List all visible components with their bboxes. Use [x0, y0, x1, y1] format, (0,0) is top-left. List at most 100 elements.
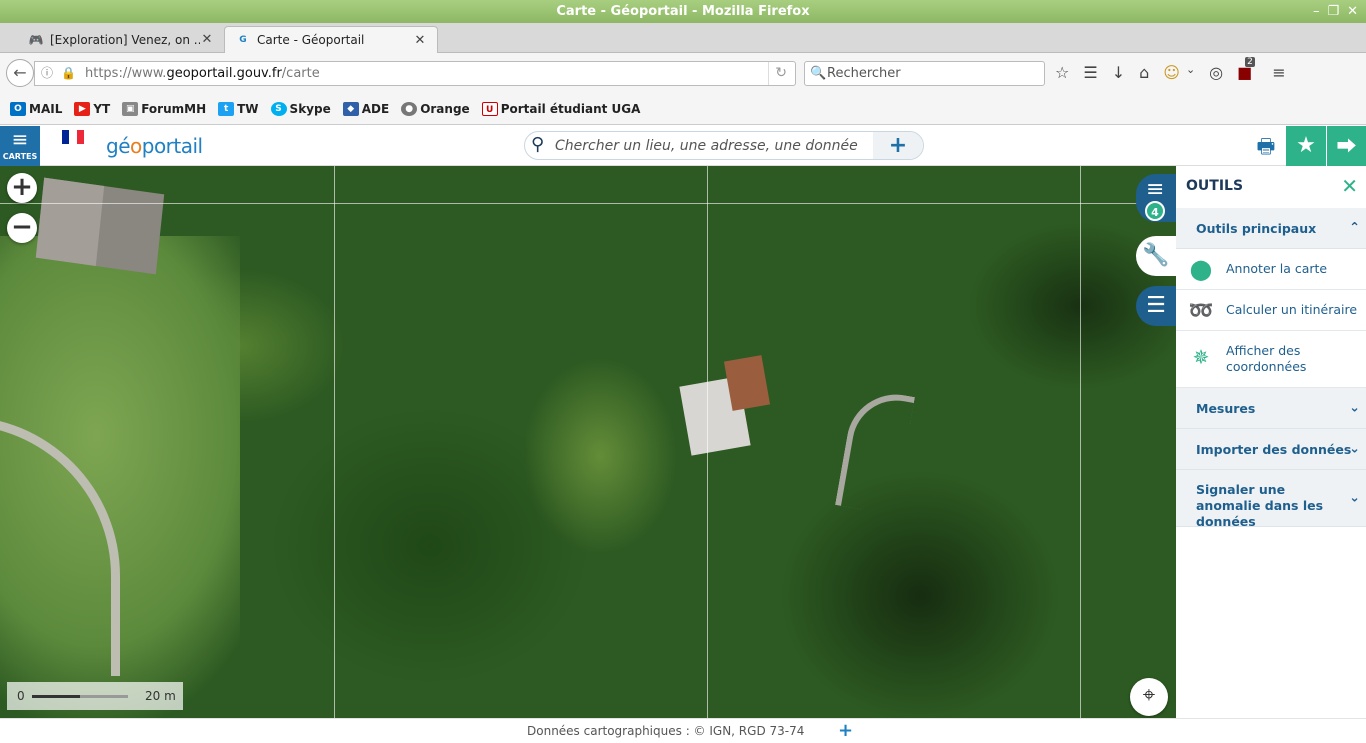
section-label: Outils principaux — [1196, 221, 1317, 236]
republique-francaise-logo[interactable] — [49, 130, 97, 162]
close-tab-icon[interactable]: ✕ — [200, 32, 214, 47]
window-controls: – ❐ ✕ — [1313, 0, 1358, 23]
scale-end: 20 m — [145, 689, 176, 703]
list-icon: ☰ — [1146, 293, 1166, 318]
favorites-button[interactable]: ★ — [1286, 126, 1326, 166]
back-button[interactable]: ← — [6, 59, 34, 87]
plus-icon: + — [11, 172, 33, 202]
tools-tab[interactable]: 🔧 — [1136, 236, 1176, 276]
url-domain: geoportail.gouv.fr — [166, 66, 282, 81]
close-tab-icon[interactable]: ✕ — [413, 33, 427, 48]
skype-icon: S — [270, 101, 287, 116]
geolocate-button[interactable]: ⌖ — [1130, 678, 1168, 716]
reload-icon[interactable]: ↻ — [768, 62, 787, 85]
place-search-input[interactable]: ⚲ Chercher un lieu, une adresse, une don… — [524, 131, 924, 160]
tool-coordinates[interactable]: ✵ Afficher des coordonnées — [1176, 331, 1366, 388]
brand-part: gé — [106, 134, 131, 158]
tools-panel: OUTILS ✕ Outils principaux ⌃ ⬤ Annoter l… — [1176, 166, 1366, 718]
bookmark-ade[interactable]: ◆ ADE — [342, 101, 389, 116]
extension-circle-icon[interactable]: ◎ — [1209, 63, 1223, 82]
map-canvas[interactable]: + − 0 20 m ⌖ — [0, 166, 1176, 718]
bookmark-label: ForumMH — [141, 101, 207, 116]
bookmark-uga[interactable]: U Portail étudiant UGA — [481, 101, 641, 116]
map-building — [35, 177, 165, 275]
tool-annotate[interactable]: ⬤ Annoter la carte — [1176, 249, 1366, 290]
bookmark-forummh[interactable]: ▣ ForumMH — [122, 101, 207, 116]
twitter-icon: t — [218, 101, 235, 116]
bookmark-yt[interactable]: ▶ YT — [74, 101, 110, 116]
tool-label: Afficher des coordonnées — [1226, 343, 1307, 374]
tool-label: Annoter la carte — [1226, 261, 1328, 276]
ublock-icon[interactable]: ■ 2 — [1237, 57, 1255, 82]
search-icon: ⚲ — [531, 134, 545, 155]
scale-start: 0 — [17, 689, 25, 703]
print-button[interactable]: 🖶 — [1246, 126, 1286, 166]
geoportail-header: ≡ CARTES géoportail ⚲ Chercher un lieu, … — [0, 126, 1366, 166]
section-measures[interactable]: Mesures ⌄ — [1176, 388, 1366, 429]
home-icon[interactable]: ⌂ — [1139, 63, 1149, 82]
map-grid-line — [334, 166, 335, 718]
close-window-icon[interactable]: ✕ — [1347, 0, 1358, 23]
extension-monkey-icon[interactable]: ☺ — [1163, 63, 1180, 82]
section-report-anomaly[interactable]: Signaler une anomalie dans les données ⌄ — [1176, 470, 1366, 529]
layers-count-badge: 4 — [1145, 201, 1165, 221]
share-button[interactable]: ⮕ — [1326, 126, 1366, 166]
url-bar[interactable]: ⓘ 🔒 https://www.geoportail.gouv.fr/carte… — [34, 61, 796, 86]
youtube-icon: ▶ — [74, 101, 91, 116]
french-flag-icon — [62, 130, 84, 144]
tab-exploration[interactable]: 🎮 [Exploration] Venez, on ... ✕ — [18, 26, 224, 53]
menu-label: CARTES — [2, 152, 38, 161]
bookmark-label: Orange — [420, 101, 470, 116]
advanced-search-button[interactable]: + — [873, 132, 923, 159]
browser-search-input[interactable]: 🔍 Rechercher — [804, 61, 1045, 86]
maps-menu-button[interactable]: ≡ CARTES — [0, 126, 40, 166]
url-path: /carte — [281, 66, 320, 81]
section-main-tools[interactable]: Outils principaux ⌃ — [1176, 208, 1366, 249]
chevron-down-icon[interactable]: ⌄ — [1186, 63, 1195, 82]
attribution-text: Données cartographiques : © IGN, RGD 73-… — [527, 724, 805, 738]
search-icon: 🔍 — [810, 66, 827, 81]
bookmark-mail[interactable]: O MAIL — [10, 101, 62, 116]
zoom-out-button[interactable]: − — [7, 213, 37, 243]
bookmark-skype[interactable]: S Skype — [270, 101, 331, 116]
info-icon[interactable]: ⓘ — [41, 62, 53, 85]
download-icon[interactable]: ↓ — [1112, 63, 1125, 82]
chevron-down-icon: ⌄ — [1349, 400, 1360, 416]
layers-tab[interactable]: ≡ 4 — [1136, 174, 1176, 222]
gamepad-icon: 🎮 — [28, 32, 44, 47]
scale-fill — [32, 695, 80, 698]
brand-part: o — [130, 134, 142, 158]
tab-label: Carte - Géoportail — [257, 33, 365, 47]
tool-route[interactable]: ➿ Calculer un itinéraire — [1176, 290, 1366, 331]
minimize-icon[interactable]: – — [1313, 0, 1320, 23]
geoportail-icon: G — [239, 35, 247, 45]
star-icon: ★ — [1296, 133, 1316, 158]
bookmark-star-icon[interactable]: ☆ — [1055, 63, 1069, 82]
search-placeholder: Chercher un lieu, une adresse, une donné… — [555, 138, 858, 154]
lock-icon: 🔒 — [61, 66, 76, 80]
panel-title: OUTILS — [1186, 178, 1244, 194]
maximize-icon[interactable]: ❐ — [1327, 0, 1339, 23]
axes-icon: ✵ — [1192, 345, 1210, 369]
reading-list-icon[interactable]: ☰ — [1083, 63, 1097, 82]
section-label: Signaler une anomalie dans les données — [1196, 482, 1324, 529]
globe-icon: ● — [401, 101, 418, 116]
scale-bar: 0 20 m — [7, 682, 183, 710]
close-icon[interactable]: ✕ — [1341, 174, 1358, 198]
tab-geoportail[interactable]: G Carte - Géoportail ✕ — [224, 26, 438, 53]
nav-bar: ← ⓘ 🔒 https://www.geoportail.gouv.fr/car… — [0, 53, 1366, 93]
minus-icon: − — [11, 212, 33, 242]
tab-bar: 🎮 [Exploration] Venez, on ... ✕ G Carte … — [0, 23, 1366, 74]
map-roof — [723, 355, 771, 411]
tab-label: [Exploration] Venez, on ... — [50, 32, 200, 47]
bookmark-orange[interactable]: ● Orange — [401, 101, 470, 116]
bookmark-label: Portail étudiant UGA — [500, 101, 641, 116]
legend-tab[interactable]: ☰ — [1136, 286, 1176, 326]
section-import[interactable]: Importer des données ⌄ — [1176, 429, 1366, 470]
hamburger-menu-icon[interactable]: ≡ — [1272, 63, 1285, 82]
bookmark-tw[interactable]: t TW — [218, 101, 259, 116]
expand-attribution-icon[interactable]: + — [838, 720, 853, 741]
geoportail-logo[interactable]: géoportail — [106, 134, 203, 158]
zoom-in-button[interactable]: + — [7, 173, 37, 203]
tool-label: Calculer un itinéraire — [1226, 302, 1358, 317]
